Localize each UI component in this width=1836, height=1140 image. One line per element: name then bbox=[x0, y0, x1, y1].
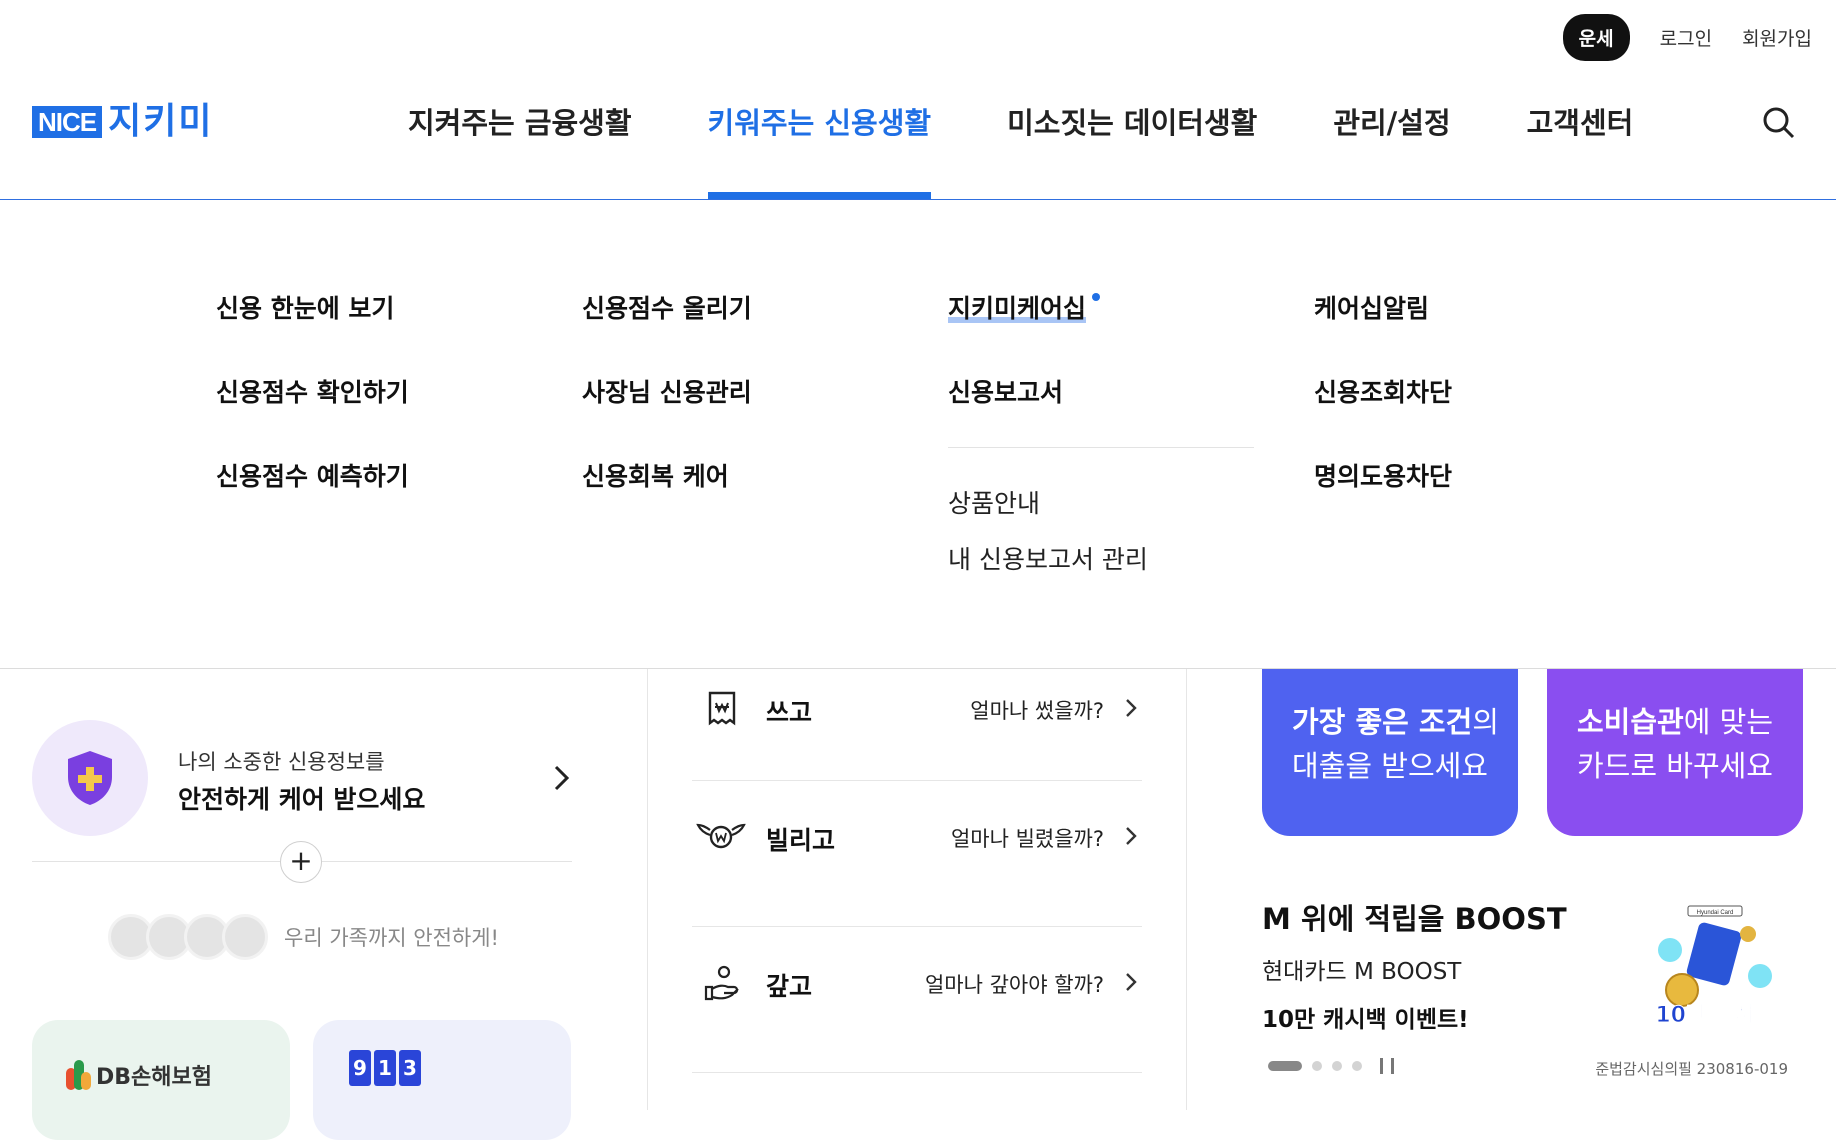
logo-text: 지키미 bbox=[108, 101, 214, 142]
pager-dot[interactable] bbox=[1332, 1061, 1342, 1071]
pager-dot[interactable] bbox=[1312, 1061, 1322, 1071]
spend-label: 쓰고 bbox=[766, 698, 813, 727]
menu-careship[interactable]: 지키미케어십 bbox=[948, 289, 1254, 373]
borrow-label: 빌리고 bbox=[766, 826, 836, 855]
menu-credit-score-raise[interactable]: 신용점수 올리기 bbox=[582, 289, 752, 373]
care-title: 안전하게 케어 받으세요 bbox=[178, 785, 426, 814]
list-item[interactable]: 쓰고 얼마나 썼을까? bbox=[692, 669, 1142, 781]
nav-settings[interactable]: 관리/설정 bbox=[1333, 100, 1450, 142]
digit: 1 bbox=[374, 1050, 396, 1086]
pager-dot[interactable] bbox=[1352, 1061, 1362, 1071]
add-family-button[interactable]: + bbox=[280, 841, 322, 883]
menu-credit-recovery[interactable]: 신용회복 케어 bbox=[582, 457, 752, 541]
db-logo-icon bbox=[64, 1058, 92, 1092]
care-subtitle: 나의 소중한 신용정보를 bbox=[178, 750, 385, 774]
score-digits: 9 1 3 bbox=[349, 1050, 421, 1086]
site-logo[interactable]: NICE 지키미 bbox=[32, 104, 214, 140]
utility-menu: 운세 로그인 회원가입 bbox=[1562, 14, 1812, 61]
avatar bbox=[222, 914, 268, 960]
divider bbox=[948, 447, 1254, 448]
carousel-pager[interactable] bbox=[1268, 1058, 1394, 1074]
hand-coin-icon bbox=[704, 965, 739, 1001]
search-icon[interactable] bbox=[1762, 106, 1796, 140]
menu-credit-score-predict[interactable]: 신용점수 예측하기 bbox=[216, 457, 409, 541]
loan-banner-bold: 가장 좋은 조건 bbox=[1292, 705, 1473, 739]
menu-careship-label: 지키미케어십 bbox=[948, 294, 1087, 323]
score-card[interactable]: 9 1 3 bbox=[313, 1020, 571, 1140]
shield-icon bbox=[32, 720, 148, 836]
menu-credit-score-check[interactable]: 신용점수 확인하기 bbox=[216, 373, 409, 457]
site-header: 운세 로그인 회원가입 NICE 지키미 지켜주는 금융생활 키워주는 신용생활… bbox=[0, 0, 1836, 200]
promo-title: M 위에 적립을 BOOST bbox=[1262, 902, 1567, 936]
menu-careship-alert[interactable]: 케어십알림 bbox=[1314, 289, 1452, 373]
mega-menu: 신용 한눈에 보기 신용점수 확인하기 신용점수 예측하기 신용점수 올리기 사… bbox=[0, 201, 1836, 669]
chevron-right-icon[interactable] bbox=[552, 764, 572, 792]
loan-banner-line2: 대출을 받으세요 bbox=[1292, 749, 1488, 783]
menu-owner-credit[interactable]: 사장님 신용관리 bbox=[582, 373, 752, 457]
digit: 3 bbox=[399, 1050, 421, 1086]
db-insurance-label: DB손해보험 bbox=[96, 1065, 212, 1090]
promo-subtitle: 현대카드 M BOOST bbox=[1262, 959, 1462, 985]
logo-badge: NICE bbox=[32, 106, 103, 138]
new-dot-icon bbox=[1092, 293, 1101, 301]
cashback-illustration: Hyundai Card 10만 캐시백 bbox=[1640, 904, 1790, 1034]
card-banner-line2: 카드로 바꾸세요 bbox=[1577, 749, 1773, 783]
db-insurance-card[interactable]: DB손해보험 bbox=[32, 1020, 290, 1140]
svg-text:Hyundai Card: Hyundai Card bbox=[1697, 910, 1734, 916]
signup-link[interactable]: 회원가입 bbox=[1742, 24, 1812, 51]
repay-label: 갚고 bbox=[766, 972, 813, 1001]
fortune-button[interactable]: 운세 bbox=[1562, 14, 1630, 61]
list-item[interactable]: 갚고 얼마나 갚아야 할까? bbox=[692, 927, 1142, 1073]
submenu-product-info[interactable]: 상품안내 bbox=[948, 484, 1254, 540]
column-divider bbox=[1186, 669, 1187, 1110]
nav-credit[interactable]: 키워주는 신용생활 bbox=[707, 100, 931, 199]
main-nav: 지켜주는 금융생활 키워주는 신용생활 미소짓는 데이터생활 관리/설정 고객센… bbox=[408, 100, 1634, 199]
nav-finance[interactable]: 지켜주는 금융생활 bbox=[408, 100, 632, 142]
menu-column: 지키미케어십 신용보고서 상품안내 내 신용보고서 관리 bbox=[948, 289, 1254, 596]
pager-dot-active[interactable] bbox=[1268, 1061, 1302, 1071]
repay-question: 얼마나 갚아야 할까? bbox=[924, 973, 1104, 997]
card-banner-bold: 소비습관 bbox=[1577, 705, 1684, 739]
card-banner-rest: 에 맞는 bbox=[1683, 705, 1773, 739]
spending-list: 쓰고 얼마나 썼을까? 빌리고 얼마나 빌렸을까? 갚고 얼마나 갚아야 할까? bbox=[692, 669, 1142, 1073]
compliance-note: 준법감시심의필 230816-019 bbox=[1595, 1060, 1788, 1078]
receipt-icon bbox=[708, 691, 736, 726]
promo-banner[interactable]: M 위에 적립을 BOOST 현대카드 M BOOST 10만 캐시백 이벤트! bbox=[1262, 896, 1567, 1034]
chevron-right-icon bbox=[1126, 827, 1137, 845]
nav-support[interactable]: 고객센터 bbox=[1527, 100, 1634, 142]
chevron-right-icon bbox=[1126, 699, 1137, 717]
spend-question: 얼마나 썼을까? bbox=[970, 699, 1104, 723]
menu-identity-theft-block[interactable]: 명의도용차단 bbox=[1314, 457, 1452, 541]
loan-banner-rest: 의 bbox=[1472, 705, 1499, 739]
borrow-question: 얼마나 빌렸을까? bbox=[950, 827, 1104, 851]
pause-icon[interactable] bbox=[1380, 1058, 1394, 1074]
family-text: 우리 가족까지 안전하게! bbox=[284, 926, 499, 950]
digit: 9 bbox=[349, 1050, 371, 1086]
submenu-report-manage[interactable]: 내 신용보고서 관리 bbox=[948, 540, 1254, 596]
menu-column: 신용 한눈에 보기 신용점수 확인하기 신용점수 예측하기 bbox=[216, 289, 409, 541]
menu-credit-overview[interactable]: 신용 한눈에 보기 bbox=[216, 289, 409, 373]
menu-column: 신용점수 올리기 사장님 신용관리 신용회복 케어 bbox=[582, 289, 752, 541]
menu-column: 케어십알림 신용조회차단 명의도용차단 bbox=[1314, 289, 1452, 541]
menu-inquiry-block[interactable]: 신용조회차단 bbox=[1314, 373, 1452, 457]
login-link[interactable]: 로그인 bbox=[1660, 24, 1712, 51]
list-item[interactable]: 빌리고 얼마나 빌렸을까? bbox=[692, 781, 1142, 927]
winged-coin-icon bbox=[696, 823, 746, 849]
promo-event: 10만 캐시백 이벤트! bbox=[1262, 1007, 1469, 1033]
family-protect[interactable]: 우리 가족까지 안전하게! bbox=[108, 914, 499, 960]
menu-credit-report[interactable]: 신용보고서 bbox=[948, 373, 1254, 457]
chevron-right-icon bbox=[1126, 973, 1137, 991]
svg-text:10만 캐시백: 10만 캐시백 bbox=[1655, 1003, 1774, 1028]
column-divider bbox=[647, 669, 648, 1110]
nav-data[interactable]: 미소짓는 데이터생활 bbox=[1007, 100, 1257, 142]
